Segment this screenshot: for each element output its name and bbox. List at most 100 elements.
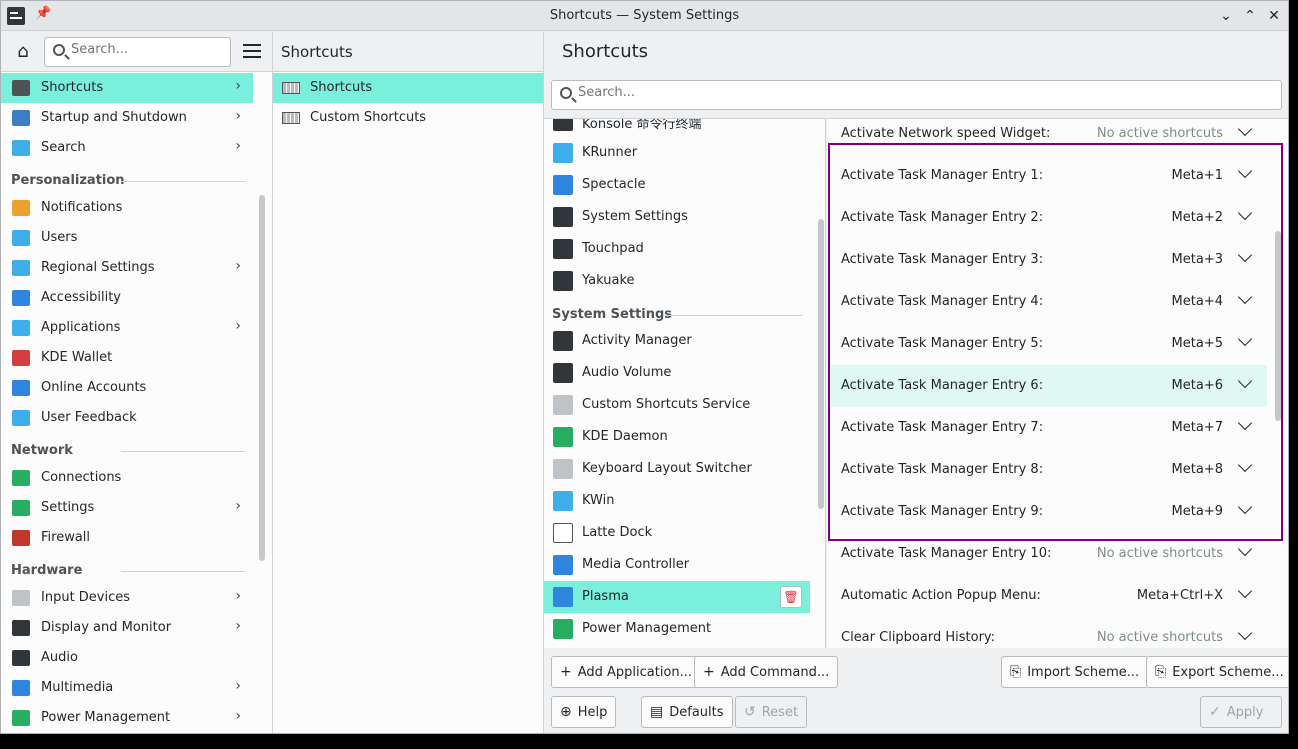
shortcut-row[interactable]: Activate Network speed Widget: No active … bbox=[831, 119, 1267, 155]
chevron-down-icon[interactable] bbox=[1239, 460, 1253, 474]
shortcut-row[interactable]: Activate Task Manager Entry 10: No active… bbox=[831, 533, 1267, 575]
sidebar-item-audio[interactable]: Audio bbox=[1, 643, 253, 673]
help-button[interactable]: ⊕ Help bbox=[551, 696, 617, 728]
chevron-down-icon[interactable] bbox=[1239, 544, 1253, 558]
chevron-down-icon[interactable] bbox=[1239, 166, 1253, 180]
sidebar-item-label: Audio bbox=[41, 650, 78, 665]
hamburger-menu-icon[interactable] bbox=[243, 44, 261, 60]
application-item[interactable]: KWin bbox=[544, 485, 810, 517]
shortcut-action-label: Activate Task Manager Entry 10: bbox=[841, 546, 1052, 561]
application-item[interactable]: Touchpad bbox=[544, 233, 810, 265]
trash-icon[interactable]: 🗑 bbox=[780, 586, 802, 608]
application-item[interactable]: Yakuake bbox=[544, 265, 810, 297]
chevron-down-icon[interactable] bbox=[1239, 208, 1253, 222]
maximize-icon[interactable]: ⌃ bbox=[1240, 6, 1260, 26]
add-command-button[interactable]: + Add Command... bbox=[694, 656, 839, 688]
plus-icon: + bbox=[703, 664, 715, 680]
category-icon bbox=[12, 650, 30, 666]
sidebar-search-field[interactable] bbox=[44, 37, 231, 67]
category-icon bbox=[12, 230, 30, 246]
chevron-down-icon[interactable] bbox=[1239, 292, 1253, 306]
reset-button[interactable]: ↺ Reset bbox=[735, 696, 808, 728]
sidebar-item-kde-wallet[interactable]: KDE Wallet bbox=[1, 343, 253, 373]
sidebar-item-multimedia[interactable]: Multimedia › bbox=[1, 673, 253, 703]
shortcut-list-scrollbar[interactable] bbox=[1275, 231, 1281, 421]
application-item[interactable]: Spectacle bbox=[544, 169, 810, 201]
home-icon[interactable]: ⌂ bbox=[11, 41, 35, 63]
sidebar-item-startup-and-shutdown[interactable]: Startup and Shutdown › bbox=[1, 103, 253, 133]
application-item[interactable]: Activity Manager bbox=[544, 325, 810, 357]
shortcut-row[interactable]: Activate Task Manager Entry 5: Meta+5 bbox=[831, 323, 1267, 365]
chevron-right-icon: › bbox=[235, 708, 241, 724]
sidebar-item-settings[interactable]: Settings › bbox=[1, 493, 253, 523]
sidebar-item-applications[interactable]: Applications › bbox=[1, 313, 253, 343]
chevron-down-icon[interactable] bbox=[1239, 334, 1253, 348]
export-scheme-label: Export Scheme... bbox=[1172, 664, 1284, 680]
shortcut-row[interactable]: Activate Task Manager Entry 8: Meta+8 bbox=[831, 449, 1267, 491]
chevron-down-icon[interactable] bbox=[1239, 250, 1253, 264]
sidebar-item-input-devices[interactable]: Input Devices › bbox=[1, 583, 253, 613]
shortcut-row[interactable]: Activate Task Manager Entry 3: Meta+3 bbox=[831, 239, 1267, 281]
application-item[interactable]: Custom Shortcuts Service bbox=[544, 389, 810, 421]
application-item[interactable]: Keyboard Layout Switcher bbox=[544, 453, 810, 485]
sidebar-item-connections[interactable]: Connections bbox=[1, 463, 253, 493]
sidebar-item-firewall[interactable]: Firewall bbox=[1, 523, 253, 553]
chevron-down-icon[interactable] bbox=[1239, 376, 1253, 390]
application-label: KDE Daemon bbox=[582, 429, 668, 444]
chevron-down-icon[interactable] bbox=[1239, 586, 1253, 600]
sidebar-item-accessibility[interactable]: Accessibility bbox=[1, 283, 253, 313]
shortcut-row[interactable]: Clear Clipboard History: No active shortc… bbox=[831, 617, 1267, 648]
shortcut-action-label: Activate Task Manager Entry 5: bbox=[841, 336, 1044, 351]
shortcut-row[interactable]: Activate Task Manager Entry 7: Meta+7 bbox=[831, 407, 1267, 449]
subcategory-item[interactable]: Custom Shortcuts bbox=[273, 103, 543, 133]
sidebar-search-input[interactable] bbox=[71, 42, 221, 57]
close-icon[interactable]: ✕ bbox=[1264, 6, 1284, 26]
sidebar-item-search[interactable]: Search › bbox=[1, 133, 253, 163]
sidebar-scrollbar[interactable] bbox=[259, 195, 265, 561]
shortcut-row[interactable]: Activate Task Manager Entry 9: Meta+9 bbox=[831, 491, 1267, 533]
application-item[interactable]: Media Controller bbox=[544, 549, 810, 581]
import-scheme-button[interactable]: ⎘ Import Scheme... bbox=[1001, 656, 1149, 688]
application-item[interactable]: KRunner bbox=[544, 137, 810, 169]
chevron-down-icon[interactable] bbox=[1239, 628, 1253, 642]
application-item[interactable]: Plasma 🗑 bbox=[544, 581, 810, 613]
sidebar-item-display-and-monitor[interactable]: Display and Monitor › bbox=[1, 613, 253, 643]
chevron-right-icon: › bbox=[235, 108, 241, 124]
export-scheme-button[interactable]: ⎘ Export Scheme... bbox=[1146, 656, 1288, 688]
application-item[interactable]: Latte Dock bbox=[544, 517, 810, 549]
application-item[interactable]: System Settings bbox=[544, 201, 810, 233]
application-item[interactable]: KDE Daemon bbox=[544, 421, 810, 453]
chevron-down-icon[interactable] bbox=[1239, 418, 1253, 432]
shortcut-key-label: Meta+Ctrl+X bbox=[1136, 588, 1223, 603]
main-search-field[interactable] bbox=[551, 80, 1282, 110]
shortcut-row[interactable]: Activate Task Manager Entry 6: Meta+6 bbox=[831, 365, 1267, 407]
apply-button[interactable]: ✓ Apply bbox=[1200, 696, 1282, 728]
shortcut-row[interactable]: Activate Task Manager Entry 4: Meta+4 bbox=[831, 281, 1267, 323]
section-title: Hardware bbox=[11, 563, 83, 578]
shortcut-row[interactable]: Activate Task Manager Entry 2: Meta+2 bbox=[831, 197, 1267, 239]
shortcut-row[interactable]: Automatic Action Popup Menu: Meta+Ctrl+X bbox=[831, 575, 1267, 617]
category-icon bbox=[12, 620, 30, 636]
sidebar-item-notifications[interactable]: Notifications bbox=[1, 193, 253, 223]
section-title: Personalization bbox=[11, 173, 125, 188]
shortcut-row[interactable]: Activate Task Manager Entry 1: Meta+1 bbox=[831, 155, 1267, 197]
chevron-down-icon[interactable] bbox=[1239, 124, 1253, 138]
application-item[interactable]: Konsole 命令行终端 bbox=[544, 119, 810, 137]
defaults-button[interactable]: ▤ Defaults bbox=[641, 696, 733, 728]
sidebar-item-power-management[interactable]: Power Management › bbox=[1, 703, 253, 733]
sidebar-item-shortcuts[interactable]: Shortcuts › bbox=[1, 73, 253, 103]
add-application-button[interactable]: + Add Application... bbox=[551, 656, 702, 688]
application-list-scrollbar[interactable] bbox=[818, 219, 824, 509]
sidebar-item-regional-settings[interactable]: Regional Settings › bbox=[1, 253, 253, 283]
subcategory-item[interactable]: Shortcuts bbox=[273, 73, 543, 103]
category-icon bbox=[12, 80, 30, 96]
sidebar-item-users[interactable]: Users bbox=[1, 223, 253, 253]
chevron-down-icon[interactable] bbox=[1239, 502, 1253, 516]
sidebar-item-online-accounts[interactable]: Online Accounts bbox=[1, 373, 253, 403]
application-item[interactable]: Audio Volume bbox=[544, 357, 810, 389]
sidebar-item-user-feedback[interactable]: User Feedback bbox=[1, 403, 253, 433]
main-search-input[interactable] bbox=[578, 85, 1258, 100]
application-item[interactable]: Power Management bbox=[544, 613, 810, 645]
help-icon: ⊕ bbox=[560, 704, 572, 720]
minimize-icon[interactable]: ⌄ bbox=[1216, 6, 1236, 26]
